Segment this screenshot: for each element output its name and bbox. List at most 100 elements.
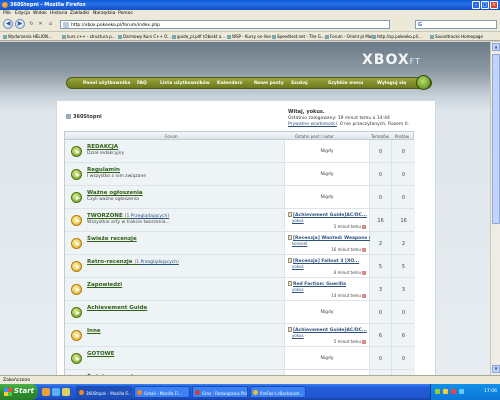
back-icon[interactable]: ◀ bbox=[3, 19, 13, 29]
site-nav-bar: Panel użytkownika FAQ Lista użytkowników… bbox=[66, 77, 432, 89]
nav-logout[interactable]: Wyloguj się bbox=[377, 81, 406, 86]
last-post-author-link[interactable]: yokus bbox=[292, 264, 304, 269]
nav-search[interactable]: Szukaj bbox=[291, 81, 308, 86]
bookmark-item[interactable]: http://sp.pokeeko.pl/... bbox=[372, 34, 422, 40]
bookmark-item[interactable]: Speedtest.net - The G... bbox=[272, 34, 325, 40]
tray-icon[interactable] bbox=[451, 389, 456, 394]
quicklaunch-ie-icon[interactable] bbox=[52, 388, 60, 396]
viewers-link[interactable]: Przeglądających bbox=[141, 260, 178, 265]
menu-tools[interactable]: Narzędzia bbox=[93, 11, 115, 16]
task-backslash[interactable]: fireFox's.rBackslash... bbox=[250, 386, 306, 398]
nav-faq[interactable]: FAQ bbox=[137, 81, 147, 86]
menu-edit[interactable]: Edycja bbox=[15, 11, 30, 16]
last-post-author-link[interactable]: yokus bbox=[292, 218, 304, 223]
table-row: Zapowiedzi Red Faction: Guerilla yokus 14 m… bbox=[65, 278, 415, 301]
window-title-bar[interactable]: 360Stopni - Mozilla Firefox – □ × bbox=[0, 0, 500, 10]
nav-calendar[interactable]: Kalendarz bbox=[217, 81, 242, 86]
tray-icon[interactable] bbox=[459, 389, 464, 394]
address-bar[interactable]: http://xbox.pokeeko.pl/forum/index.php bbox=[60, 20, 390, 29]
task-gmail[interactable]: Gmail - Mozilla Fi... bbox=[134, 386, 190, 398]
reload-icon[interactable]: ↻ bbox=[28, 21, 35, 28]
forum-name-link[interactable]: Retro-recenzje (1 Przeglądających) bbox=[87, 259, 179, 265]
scroll-up-icon[interactable]: ▲ bbox=[492, 43, 500, 51]
quicklaunch-folder-icon[interactable] bbox=[62, 388, 70, 396]
goto-last-post-icon[interactable] bbox=[362, 270, 366, 275]
forum-name-link[interactable]: GOTOWE bbox=[87, 351, 114, 357]
task-firefox-360stopni[interactable]: 360Stopni - Mozilla Fi... bbox=[76, 386, 132, 398]
goto-last-post-icon[interactable] bbox=[362, 293, 366, 298]
goto-last-post-icon[interactable] bbox=[362, 224, 366, 229]
task-gms[interactable]: Gms - Rozwiązania Pol... bbox=[192, 386, 248, 398]
last-post-cell: Nigdy bbox=[285, 347, 370, 369]
bookmark-icon bbox=[372, 34, 376, 39]
vertical-scrollbar[interactable]: ▲ ▼ bbox=[490, 42, 500, 375]
post-count: 0 bbox=[401, 356, 406, 362]
forum-name-link[interactable]: Ważne ogłoszenia bbox=[87, 190, 143, 196]
topic-count: 3 bbox=[378, 287, 383, 293]
bookmark-item[interactable]: Soundtracks Homepage bbox=[430, 34, 483, 40]
col-header-forum: Forum bbox=[165, 133, 178, 139]
topic-count: 0 bbox=[378, 172, 383, 178]
nav-quick-menu[interactable]: Szybkie menu bbox=[328, 81, 363, 86]
last-post-time: 5 minut temu bbox=[334, 224, 366, 229]
bookmark-item[interactable]: Wydarzenia HELION... bbox=[3, 34, 52, 40]
bookmark-item[interactable]: Darmowy Kurs C++ O... bbox=[118, 34, 171, 40]
posts-cell: 2 bbox=[392, 232, 415, 254]
forum-name-link[interactable]: TWORZONE (1 Przeglądających) bbox=[87, 213, 169, 219]
last-post-author-link[interactable]: yokus bbox=[292, 287, 304, 292]
xbox-orb-icon[interactable] bbox=[416, 75, 431, 90]
bookmark-item[interactable]: WSP - Kursy on-line bbox=[227, 34, 271, 40]
last-post-never: Nigdy bbox=[320, 195, 334, 200]
windows-logo-icon bbox=[4, 388, 12, 396]
maximize-button[interactable]: □ bbox=[481, 1, 489, 9]
forum-name-link[interactable]: REDAKCJA bbox=[87, 144, 118, 150]
goto-last-post-icon[interactable] bbox=[362, 247, 366, 252]
bookmark-icon bbox=[325, 34, 329, 39]
scroll-thumb[interactable] bbox=[492, 54, 500, 224]
tray-icon[interactable] bbox=[443, 389, 448, 394]
forum-cell: Retro-recenzje (1 Przeglądających) bbox=[65, 255, 285, 277]
goto-last-post-icon[interactable] bbox=[362, 339, 366, 344]
menu-view[interactable]: Widok bbox=[33, 11, 47, 16]
minimize-button[interactable]: – bbox=[472, 1, 480, 9]
table-row: REDAKCJA Dział redakcyjny Nigdy 0 0 bbox=[65, 140, 415, 163]
menu-history[interactable]: Historia bbox=[50, 11, 67, 16]
last-post-time: 6 minut temu bbox=[334, 270, 366, 275]
topics-cell: 6 bbox=[370, 324, 392, 346]
menu-help[interactable]: Pomoc bbox=[118, 11, 133, 16]
bookmark-item[interactable]: guide_pl.pdf (Obiekt a... bbox=[172, 34, 225, 40]
menu-file[interactable]: Plik bbox=[3, 11, 11, 16]
home-icon[interactable]: ⌂ bbox=[47, 21, 54, 28]
start-button[interactable]: Start bbox=[0, 384, 38, 400]
posts-cell: 0 bbox=[392, 163, 415, 185]
forum-name-link[interactable]: Achievement Guide bbox=[87, 305, 147, 311]
forum-name-link[interactable]: Regulamin bbox=[87, 167, 120, 173]
tray-icon[interactable] bbox=[435, 389, 440, 394]
forum-name-link[interactable]: Świeże recenzje bbox=[87, 236, 137, 242]
forum-status-icon bbox=[71, 261, 82, 272]
stop-icon[interactable]: ✕ bbox=[37, 21, 44, 28]
quicklaunch-firefox-icon[interactable] bbox=[42, 388, 50, 396]
topics-cell: 16 bbox=[370, 209, 392, 231]
forum-name-link[interactable]: Zapowiedzi bbox=[87, 282, 122, 288]
nav-new-posts[interactable]: Nowe posty bbox=[254, 81, 284, 86]
scroll-down-icon[interactable]: ▼ bbox=[492, 365, 500, 373]
nav-member-list[interactable]: Lista użytkowników bbox=[160, 81, 210, 86]
nav-user-panel[interactable]: Panel użytkownika bbox=[83, 81, 130, 86]
table-row: Świeże recenzje [Recenzja] Wanted: Weapon… bbox=[65, 232, 415, 255]
menu-bookmarks[interactable]: Zakładki bbox=[70, 11, 89, 16]
forum-name-link[interactable]: Inne bbox=[87, 328, 101, 334]
forum-table: Forum Ostatni post / autor Tematów Postó… bbox=[64, 131, 415, 375]
last-post-author-link[interactable]: yokus bbox=[292, 333, 304, 338]
search-box[interactable]: G bbox=[415, 20, 497, 29]
bookmark-item[interactable]: kurs c++ - struktura p... bbox=[62, 34, 116, 40]
close-button[interactable]: × bbox=[490, 1, 498, 9]
forward-icon[interactable]: ▶ bbox=[15, 19, 25, 29]
topic-count: 16 bbox=[377, 218, 384, 224]
last-post-author-link[interactable]: konsoel bbox=[292, 241, 307, 246]
menu-bar: Plik Edycja Widok Historia Zakładki Narz… bbox=[0, 10, 500, 17]
bookmark-item[interactable]: Forum - Orient pl Main bbox=[325, 34, 375, 40]
private-messages-link[interactable]: Prywatne wiadomości bbox=[288, 122, 337, 127]
viewers-link[interactable]: Przeglądających bbox=[131, 214, 168, 219]
forum-description: Czyli ważne ogłoszenia bbox=[87, 197, 139, 202]
